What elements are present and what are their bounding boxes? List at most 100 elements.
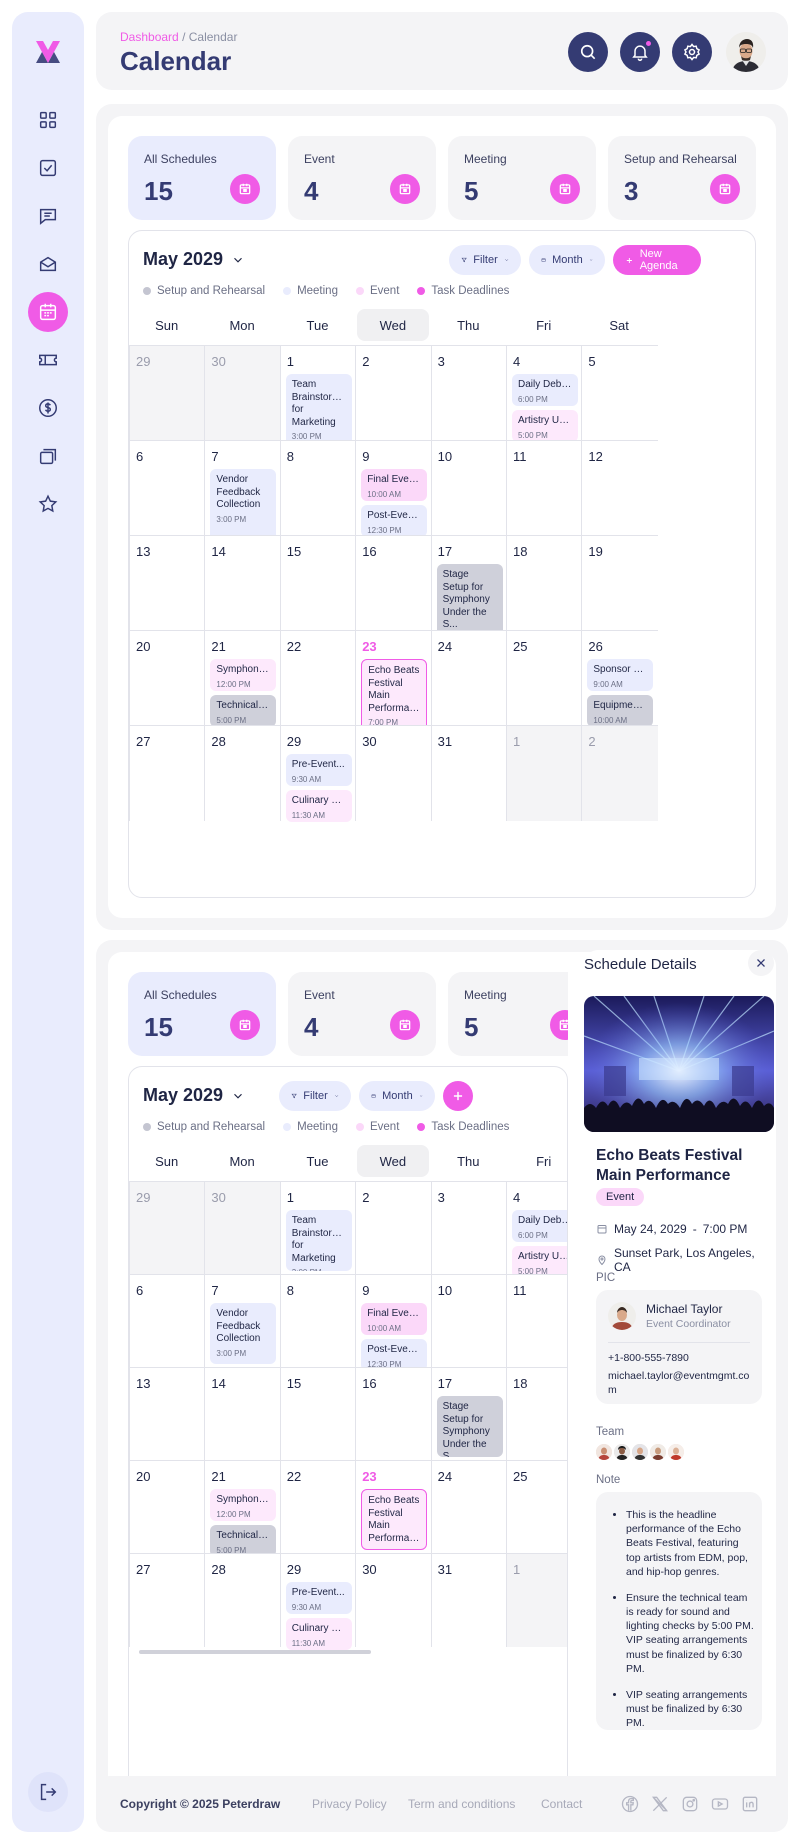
calendar-day-cell[interactable]: 2 xyxy=(355,345,432,441)
calendar-day-cell[interactable]: 28 xyxy=(204,725,281,821)
calendar-day-cell[interactable]: 15 xyxy=(279,535,357,631)
calendar-day-cell[interactable]: 4Daily Debri...6:00 PMArtistry Un...5:00… xyxy=(506,345,583,442)
nav-inbox[interactable] xyxy=(28,244,68,284)
stat-card[interactable]: Event 4 xyxy=(288,136,436,220)
calendar-event[interactable]: Equipment... 10:00 AM xyxy=(587,695,654,727)
settings-button[interactable] xyxy=(672,32,712,72)
calendar-event[interactable]: Post-Event... 12:30 PM xyxy=(361,505,428,537)
calendar-event[interactable]: Daily Debri... 6:00 PM xyxy=(512,1210,567,1242)
calendar-day-cell[interactable]: 22 xyxy=(279,630,357,726)
calendar-day-cell[interactable]: 26 Sponsor an... 9:00 AM Equipment... 10:00 … xyxy=(581,630,658,727)
calendar-day-cell[interactable]: 14 xyxy=(204,535,281,631)
calendar-event[interactable]: Vendor Feedback Collection 3:00 PM xyxy=(210,1303,277,1364)
calendar-day-cell[interactable]: 9 Final Event... 10:00 AM Post-Event... 12:3… xyxy=(355,440,432,537)
close-details-button[interactable] xyxy=(748,950,774,976)
calendar-day-cell[interactable]: 30 xyxy=(355,725,432,821)
stat-card[interactable]: Meeting 5 xyxy=(448,136,596,220)
logout-button[interactable] xyxy=(28,1772,68,1812)
notifications-button[interactable] xyxy=(620,32,660,72)
nav-finance[interactable] xyxy=(28,388,68,428)
calendar-day-cell[interactable]: 29 xyxy=(129,345,206,441)
stat-card[interactable]: Setup and Rehearsal 3 xyxy=(608,136,756,220)
calendar-day-cell[interactable]: 27 xyxy=(129,1553,206,1647)
calendar-day-cell[interactable]: 1Team Brainstorming for Marketing3:00 PM xyxy=(279,1181,357,1275)
facebook-icon[interactable] xyxy=(620,1794,640,1814)
calendar-day-cell[interactable]: 7 Vendor Feedback Collection 3:00 PM xyxy=(204,1274,281,1368)
calendar-day-cell[interactable]: 11 xyxy=(506,1274,567,1368)
calendar-day-cell[interactable]: 16 xyxy=(355,535,432,631)
calendar-event[interactable]: Sponsor an... 9:00 AM xyxy=(587,659,654,691)
calendar-day-cell[interactable]: 13 xyxy=(129,1367,206,1461)
calendar-day-cell[interactable]: 25 xyxy=(506,1460,567,1554)
instagram-icon[interactable] xyxy=(680,1794,700,1814)
calendar-event[interactable]: Symphony... 12:00 PM xyxy=(210,1489,277,1521)
calendar-day-cell[interactable]: 3 xyxy=(430,1181,507,1275)
calendar-day-cell[interactable]: 1 xyxy=(506,725,583,821)
calendar-event[interactable]: Daily Debri... 6:00 PM xyxy=(512,374,578,406)
stat-card[interactable]: Event 4 xyxy=(288,972,436,1056)
calendar-day-cell[interactable]: 31 xyxy=(430,725,507,821)
calendar-day-cell[interactable]: 1Team Brainstorming for Marketing3:00 PM xyxy=(279,345,357,450)
calendar-day-cell[interactable]: 30 xyxy=(355,1553,432,1647)
calendar-day-cell[interactable]: 21 Symphony... 12:00 PM Technical R... 5:00 … xyxy=(204,630,281,727)
pic-email[interactable]: michael.taylor@eventmgmt.com xyxy=(608,1370,754,1397)
calendar-day-cell[interactable]: 11 xyxy=(506,440,583,536)
breadcrumb-dashboard-link[interactable]: Dashboard xyxy=(120,30,179,44)
calendar-day-cell[interactable]: 8 xyxy=(279,440,357,536)
calendar-day-cell[interactable]: 18 xyxy=(506,1367,567,1461)
calendar-day-cell[interactable]: 3 xyxy=(430,345,507,441)
calendar-day-cell[interactable]: 28 xyxy=(204,1553,281,1647)
calendar-day-cell[interactable]: 25 xyxy=(506,630,583,726)
new-agenda-button[interactable] xyxy=(443,1081,473,1111)
filter-button[interactable]: Filter xyxy=(449,245,521,275)
privacy-policy-link[interactable]: Privacy Policy xyxy=(312,1797,387,1811)
calendar-day-cell[interactable]: 1 xyxy=(506,1553,567,1647)
calendar-event[interactable]: Artistry Un... 5:00 PM xyxy=(512,410,578,442)
calendar-event[interactable]: Pre-Event... 9:30 AM xyxy=(285,754,352,786)
stat-card[interactable]: All Schedules 15 xyxy=(128,972,276,1056)
calendar-day-cell[interactable]: 7 Vendor Feedback Collection 3:00 PM xyxy=(204,440,281,547)
calendar-day-cell[interactable]: 17 Stage Setup for Symphony Under the S..… xyxy=(430,1367,507,1461)
nav-dashboard[interactable] xyxy=(28,100,68,140)
filter-button[interactable]: Filter xyxy=(279,1081,351,1111)
calendar-event[interactable]: Echo Beats Festival Main Performance 7:00… xyxy=(361,1489,428,1550)
month-selector[interactable]: May 2029 xyxy=(143,1085,245,1106)
calendar-day-cell[interactable]: 10 xyxy=(430,440,507,536)
calendar-day-cell[interactable]: 30 xyxy=(204,1181,281,1275)
calendar-day-cell[interactable]: 23 Echo Beats Festival Main Performance 7:… xyxy=(355,1460,432,1554)
calendar-day-cell[interactable]: 4Daily Debri...6:00 PMArtistry Un...5:00… xyxy=(506,1181,567,1278)
view-mode-select[interactable]: Month xyxy=(359,1081,435,1111)
stat-card[interactable]: Meeting 5 xyxy=(448,972,568,1056)
nav-calendar[interactable] xyxy=(28,292,68,332)
calendar-day-cell[interactable]: 15 xyxy=(279,1367,357,1461)
calendar-event[interactable]: Final Event... 10:00 AM xyxy=(361,469,428,501)
x-icon[interactable] xyxy=(650,1794,670,1814)
calendar-event[interactable]: Culinary De... 11:30 AM xyxy=(285,790,352,822)
calendar-event[interactable]: Team Brainstorming for Marketing3:00 PM xyxy=(285,374,352,450)
youtube-icon[interactable] xyxy=(710,1794,730,1814)
calendar-event[interactable]: Stage Setup for Symphony Under the S...7… xyxy=(436,1396,503,1457)
calendar-day-cell[interactable]: 16 xyxy=(355,1367,432,1461)
nav-messages[interactable] xyxy=(28,196,68,236)
calendar-day-cell[interactable]: 14 xyxy=(204,1367,281,1461)
month-selector[interactable]: May 2029 xyxy=(143,249,245,270)
calendar-day-cell[interactable]: 18 xyxy=(506,535,583,631)
search-button[interactable] xyxy=(568,32,608,72)
calendar-day-cell[interactable]: 29 xyxy=(129,1181,206,1275)
calendar-day-cell[interactable]: 20 xyxy=(129,1460,206,1554)
calendar-day-cell[interactable]: 20 xyxy=(129,630,206,726)
calendar-day-cell[interactable]: 5 xyxy=(581,345,658,441)
calendar-day-cell[interactable]: 6 xyxy=(129,1274,206,1368)
calendar-event[interactable]: Symphony... 12:00 PM xyxy=(210,659,277,691)
new-agenda-button[interactable]: New Agenda xyxy=(613,245,701,275)
nav-tasks[interactable] xyxy=(28,148,68,188)
pic-phone[interactable]: +1-800-555-7890 xyxy=(608,1352,689,1364)
calendar-day-cell[interactable]: 12 xyxy=(581,440,658,536)
calendar-event[interactable]: Technical R... 5:00 PM xyxy=(210,695,277,727)
stat-card[interactable]: All Schedules 15 xyxy=(128,136,276,220)
contact-link[interactable]: Contact xyxy=(541,1797,582,1811)
calendar-day-cell[interactable]: 8 xyxy=(279,1274,357,1368)
calendar-event[interactable]: Final Event... 10:00 AM xyxy=(361,1303,428,1335)
calendar-day-cell[interactable]: 24 xyxy=(430,1460,507,1554)
calendar-day-cell[interactable]: 24 xyxy=(430,630,507,726)
